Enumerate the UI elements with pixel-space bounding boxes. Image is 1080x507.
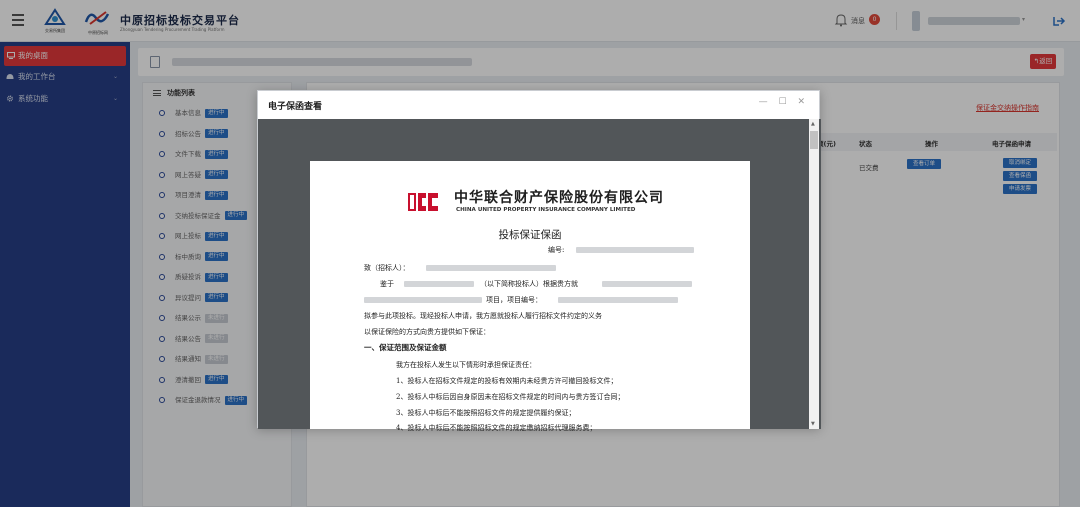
scroll-up-icon[interactable]: ▲ <box>811 121 815 127</box>
clause-item: 4、投标人中标后不能按照招标文件的规定缴纳招标代理服务费； <box>396 424 597 432</box>
project-redacted <box>602 281 692 287</box>
project-number-redacted <box>558 297 678 303</box>
clause-item: 2、投标人中标后因自身原因未在招标文件规定的时间内与贵方签订合同； <box>396 393 625 401</box>
project-line: 项目，项目编号： <box>486 296 542 304</box>
guarantee-document-page: 中华联合财产保险股份有限公司 CHINA UNITED PROPERTY INS… <box>310 161 750 432</box>
company-name-en: CHINA UNITED PROPERTY INSURANCE COMPANY … <box>456 207 636 213</box>
tenderer-redacted <box>426 265 556 271</box>
scrollbar-thumb[interactable] <box>810 131 818 149</box>
section-heading: 一、保证范围及保证金额 <box>364 343 447 352</box>
viewer-scrollbar[interactable]: ▲ ▼ <box>809 119 819 429</box>
pdf-viewer[interactable]: 中华联合财产保险股份有限公司 CHINA UNITED PROPERTY INS… <box>258 119 821 432</box>
document-number-label: 编号: <box>548 246 565 254</box>
insurance-company-logo <box>408 193 438 211</box>
intro-line-2: 以保证保险的方式向贵方提供如下保证： <box>364 328 490 336</box>
window-controls[interactable]: — ☐ ✕ <box>759 97 809 107</box>
to-label: 致（招标人）： <box>364 264 410 272</box>
whereas-mid: （以下简称投标人）根据贵方就 <box>480 280 578 288</box>
bidder-redacted <box>404 281 474 287</box>
clause-item: 1、投标人在招标文件规定的投标有效期内未经贵方许可撤回投标文件； <box>396 377 618 385</box>
company-name-cn: 中华联合财产保险股份有限公司 <box>454 190 664 206</box>
document-number-redacted <box>576 247 694 253</box>
intro-line-1: 拟参与此项投标。现经投标人申请，我方愿就投标人履行招标文件约定的义务 <box>364 312 602 320</box>
project-name-redacted-2 <box>364 297 482 303</box>
whereas-label: 鉴于 <box>380 280 394 288</box>
document-title: 投标保证保函 <box>498 229 562 241</box>
clause-intro: 我方在投标人发生以下情形时承担保证责任： <box>396 361 536 369</box>
modal-title: 电子保函查看 <box>268 102 323 112</box>
guarantee-viewer-modal: 电子保函查看 — ☐ ✕ 中华联合财产保险股份有限公司 CHINA UNITED… <box>257 90 821 432</box>
scroll-down-icon[interactable]: ▼ <box>811 421 815 427</box>
clause-item: 3、投标人中标后不能按照招标文件的规定提供履约保证； <box>396 409 576 417</box>
